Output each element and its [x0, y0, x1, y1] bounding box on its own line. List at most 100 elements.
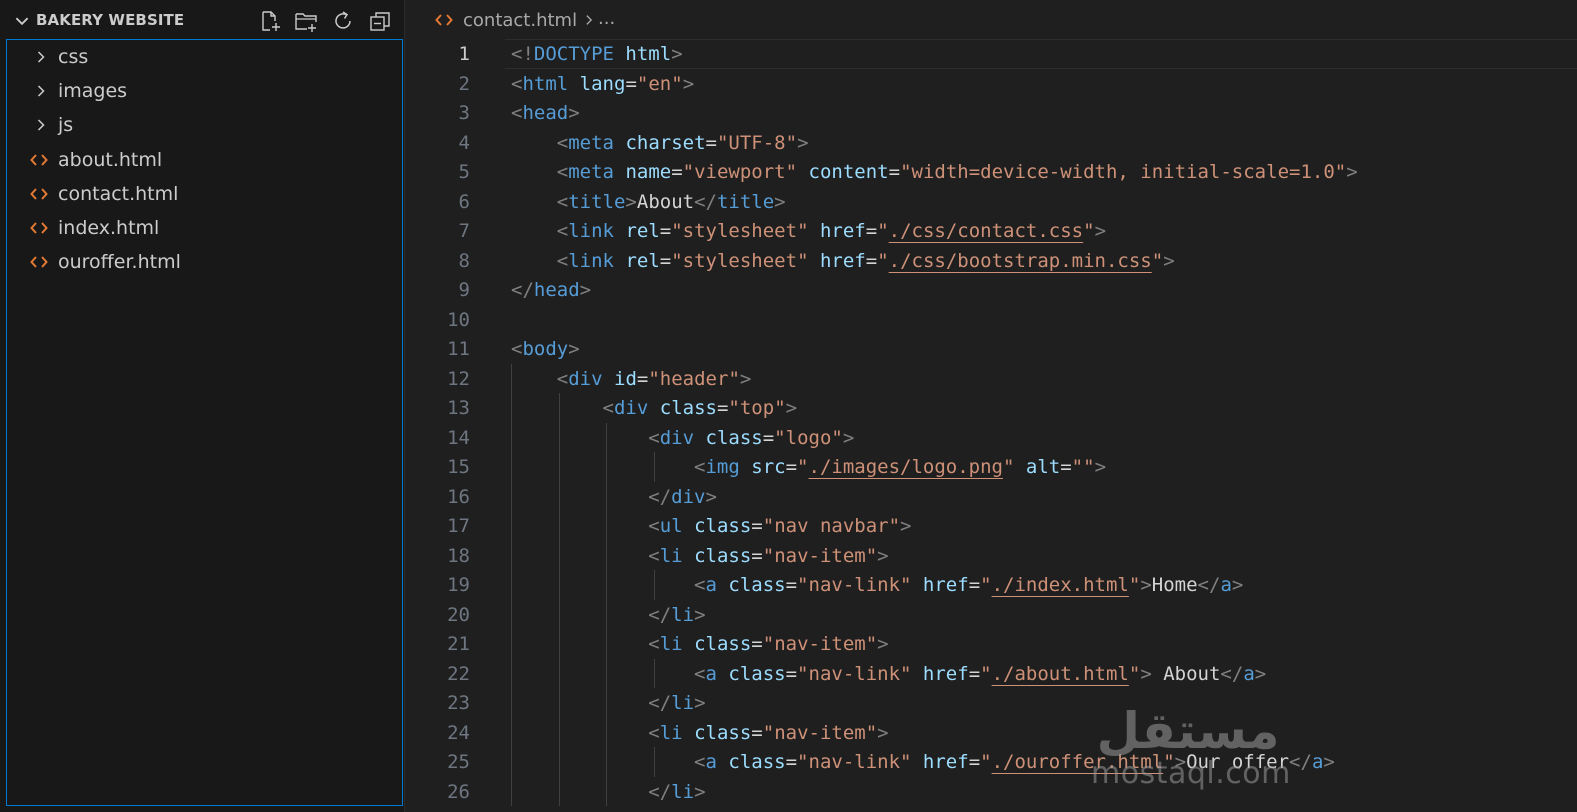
new-folder-button[interactable] [292, 8, 320, 34]
line-number: 9 [458, 279, 470, 301]
line-number: 7 [458, 220, 470, 242]
chevron-right-icon [37, 119, 45, 131]
code-line[interactable]: 17 <ul class="nav navbar"> [405, 511, 1577, 541]
tree-item-css[interactable]: css [7, 40, 402, 74]
code-line[interactable]: 5 <meta name="viewport" content="width=d… [405, 157, 1577, 187]
code-line[interactable]: 11 <body> [405, 334, 1577, 364]
chevron-right-icon [586, 15, 593, 25]
tree-item-js[interactable]: js [7, 108, 402, 142]
code-line[interactable]: 13 <div class="top"> [405, 393, 1577, 423]
tree-item-contact-html[interactable]: contact.html [7, 177, 402, 211]
line-number: 25 [447, 751, 470, 773]
code-line[interactable]: 4 <meta charset="UTF-8"> [405, 128, 1577, 158]
tree-item-label: contact.html [58, 183, 179, 205]
line-number: 16 [447, 485, 470, 508]
line-number: 22 [447, 662, 470, 685]
line-number: 23 [447, 692, 470, 714]
code-line[interactable]: 16 </div> [405, 482, 1577, 512]
svg-text:مستقل: مستقل [1097, 702, 1280, 760]
code-line[interactable]: 14 <div class="logo"> [405, 423, 1577, 453]
line-text: <link rel="stylesheet" href="./css/conta… [556, 220, 1107, 242]
line-number: 5 [458, 161, 470, 183]
code-line[interactable]: 15 <img src="./images/logo.png" alt=""> [405, 452, 1577, 482]
chevron-right-icon [37, 85, 45, 97]
indent-guide [654, 747, 655, 777]
refresh-icon [335, 11, 351, 29]
line-number: 15 [447, 456, 470, 478]
code-area[interactable]: 1 <!DOCTYPE html> 2 <html lang="en"> 3 <head>… [405, 39, 1577, 812]
code-line[interactable]: 22 <a class="nav-link" href="./about.htm… [405, 659, 1577, 689]
line-number: 24 [447, 721, 470, 744]
code-line[interactable]: 9 </head> [405, 275, 1577, 305]
line-number: 20 [447, 603, 470, 626]
tree-item-label: js [58, 114, 74, 136]
code-line[interactable]: 2 <html lang="en"> [405, 69, 1577, 99]
line-text: <link rel="stylesheet" href="./css/boots… [556, 249, 1175, 272]
line-text: <div id="header"> [556, 367, 752, 390]
code-line[interactable]: 3 <head> [405, 98, 1577, 128]
code-line[interactable]: 12 <div id="header"> [405, 364, 1577, 394]
breadcrumb-symbols[interactable]: ... [598, 8, 615, 29]
tree-item-label: about.html [58, 149, 163, 171]
line-number: 18 [447, 544, 470, 567]
line-text: <li class="nav-item"> [648, 544, 889, 567]
chevron-down-icon[interactable] [13, 12, 31, 30]
indent-guide [559, 393, 560, 806]
code-line[interactable]: 6 <title>About</title> [405, 187, 1577, 217]
code-line[interactable]: 20 </li> [405, 600, 1577, 630]
collapse-all-icon [370, 12, 390, 31]
line-number: 19 [447, 574, 470, 596]
watermark: مستقل mostaql.com [1085, 700, 1295, 800]
tree-item-label: index.html [58, 217, 160, 239]
code-line[interactable]: 24 <li class="nav-item"> [405, 718, 1577, 748]
line-text: </head> [511, 279, 592, 301]
line-text: <meta name="viewport" content="width=dev… [556, 161, 1358, 183]
code-line[interactable]: 18 <li class="nav-item"> [405, 541, 1577, 571]
line-number: 10 [447, 308, 470, 331]
refresh-button[interactable] [329, 8, 357, 34]
explorer-header[interactable]: BAKERY WEBSITE [0, 0, 405, 40]
code-editor: contact.html ... 1 <!DOCTYPE html> 2 <html … [405, 0, 1577, 812]
tree-item-index-html[interactable]: index.html [7, 211, 402, 245]
watermark-text: mostaql.com [1091, 756, 1291, 791]
new-file-button[interactable] [256, 8, 284, 34]
line-number: 21 [447, 633, 470, 655]
line-text: <head> [511, 102, 580, 124]
line-number: 6 [458, 190, 470, 213]
mostaql-logo: مستقل [1097, 702, 1280, 760]
html-file-icon [30, 256, 48, 268]
code-line[interactable]: 25 <a class="nav-link" href="./ouroffer.… [405, 747, 1577, 777]
line-number: 26 [447, 780, 470, 803]
line-text: <meta charset="UTF-8"> [556, 131, 809, 154]
code-line[interactable]: 19 <a class="nav-link" href="./index.htm… [405, 570, 1577, 600]
collapse-all-button[interactable] [366, 8, 394, 34]
html-file-icon [30, 154, 48, 166]
tree-item-images[interactable]: images [7, 74, 402, 108]
tree-item-about-html[interactable]: about.html [7, 143, 402, 177]
line-text: <div class="logo"> [648, 426, 855, 449]
line-text: </div> [648, 485, 717, 508]
code-line[interactable]: 7 <link rel="stylesheet" href="./css/con… [405, 216, 1577, 246]
tree-item-ouroffer-html[interactable]: ouroffer.html [7, 245, 402, 279]
line-number: 17 [447, 515, 470, 537]
html-file-icon [30, 222, 48, 234]
line-text: <li class="nav-item"> [648, 633, 889, 655]
line-text: <a class="nav-link" href="./about.html">… [694, 662, 1267, 685]
line-number: 13 [447, 397, 470, 419]
line-text: <div class="top"> [602, 397, 798, 419]
code-line[interactable]: 8 <link rel="stylesheet" href="./css/boo… [405, 246, 1577, 276]
code-line[interactable]: 26 </li> [405, 777, 1577, 807]
breadcrumb-file[interactable]: contact.html [463, 10, 577, 31]
line-text: <title>About</title> [556, 190, 786, 213]
code-line[interactable]: 10 [405, 305, 1577, 335]
code-line[interactable]: 21 <li class="nav-item"> [405, 629, 1577, 659]
code-line[interactable]: 1 <!DOCTYPE html> [405, 39, 1577, 69]
breadcrumb: contact.html ... [405, 0, 1577, 40]
indent-guide [606, 422, 607, 806]
line-number: 1 [458, 43, 470, 65]
code-line[interactable]: 23 </li> [405, 688, 1577, 718]
workspace-title: BAKERY WEBSITE [36, 11, 185, 29]
indent-guide [654, 570, 655, 600]
line-number: 8 [458, 249, 470, 272]
html-file-icon [435, 14, 453, 26]
